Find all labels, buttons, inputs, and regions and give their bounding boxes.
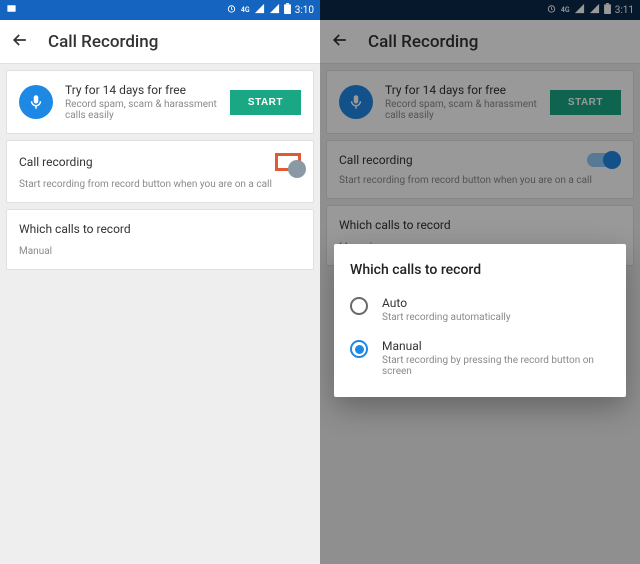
phone-left: 4G 3:10 Call Recording Try for 14 days f… (0, 0, 320, 564)
mic-icon (19, 85, 53, 119)
radio-label: Manual (382, 339, 610, 353)
radio-icon (350, 340, 368, 358)
radio-option-auto[interactable]: Auto Start recording automatically (350, 296, 610, 323)
battery-icon (284, 3, 291, 17)
radio-option-manual[interactable]: Manual Start recording by pressing the r… (350, 339, 610, 377)
section-value: Manual (19, 246, 301, 257)
phone-right: 4G 3:11 Call Recording (320, 0, 640, 564)
start-button[interactable]: START (230, 90, 301, 115)
which-calls-section[interactable]: Which calls to record Manual (6, 209, 314, 270)
back-icon[interactable] (10, 30, 30, 54)
signal-icon-2 (269, 3, 280, 17)
promo-card: Try for 14 days for free Record spam, sc… (6, 70, 314, 134)
highlight-box (275, 153, 301, 171)
call-recording-setting[interactable]: Call recording Start recording from reco… (6, 140, 314, 203)
signal-icon (254, 3, 265, 17)
clock-time: 3:10 (295, 5, 314, 16)
radio-icon (350, 297, 368, 315)
radio-label: Auto (382, 296, 511, 310)
app-bar: Call Recording (0, 20, 320, 64)
page-title: Call Recording (48, 32, 158, 52)
dialog-title: Which calls to record (350, 262, 610, 278)
setting-description: Start recording from record button when … (19, 179, 301, 190)
radio-description: Start recording automatically (382, 312, 511, 323)
gallery-icon (6, 3, 17, 17)
promo-subtitle: Record spam, scam & harassment calls eas… (65, 99, 218, 121)
promo-title: Try for 14 days for free (65, 83, 218, 97)
which-calls-dialog: Which calls to record Auto Start recordi… (334, 244, 626, 397)
network-label: 4G (241, 6, 250, 14)
alarm-icon (226, 3, 237, 17)
section-title: Which calls to record (19, 222, 301, 236)
status-bar: 4G 3:10 (0, 0, 320, 20)
radio-description: Start recording by pressing the record b… (382, 355, 610, 377)
dual-phone-container: 4G 3:10 Call Recording Try for 14 days f… (0, 0, 640, 564)
setting-title: Call recording (19, 155, 93, 169)
